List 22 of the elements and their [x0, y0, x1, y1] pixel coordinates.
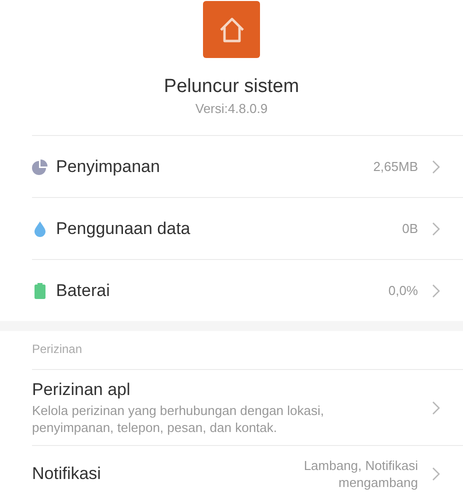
row-value: 0B [402, 221, 418, 236]
row-title: Perizinan apl [32, 379, 132, 401]
settings-row[interactable]: Notifikasi Lambang, Notifikasi mengambang [32, 445, 463, 500]
app-name: Peluncur sistem [164, 75, 300, 99]
chevron-icon [432, 400, 440, 414]
row-value: 2,65MB [373, 159, 418, 174]
chevron-icon [432, 467, 440, 481]
usage-row[interactable]: Penggunaan data 0B [32, 197, 463, 259]
settings-row[interactable]: Perizinan apl Kelola perizinan yang berhubungan dengan lokasi, penyimpanan, telepon, pesan, dan kontak. [32, 369, 463, 445]
row-value: Lambang, Notifikasi mengambang [302, 457, 418, 491]
chevron-icon [432, 160, 440, 174]
battery-icon [32, 282, 48, 298]
chevron-icon [432, 222, 440, 236]
app-version: Versi:4.8.0.9 [195, 101, 268, 117]
usage-row[interactable]: Penyimpanan 2,65MB [32, 135, 463, 197]
pie-chart-icon [32, 158, 48, 174]
chevron-icon [432, 284, 440, 298]
water-drop-icon [32, 220, 48, 236]
row-title: Notifikasi [32, 463, 102, 485]
row-description: Kelola perizinan yang berhubungan dengan lokasi, penyimpanan, telepon, pesan, dan kontak. [32, 402, 325, 436]
row-value: 0,0% [388, 283, 418, 298]
section-header: Perizinan [31, 341, 84, 358]
